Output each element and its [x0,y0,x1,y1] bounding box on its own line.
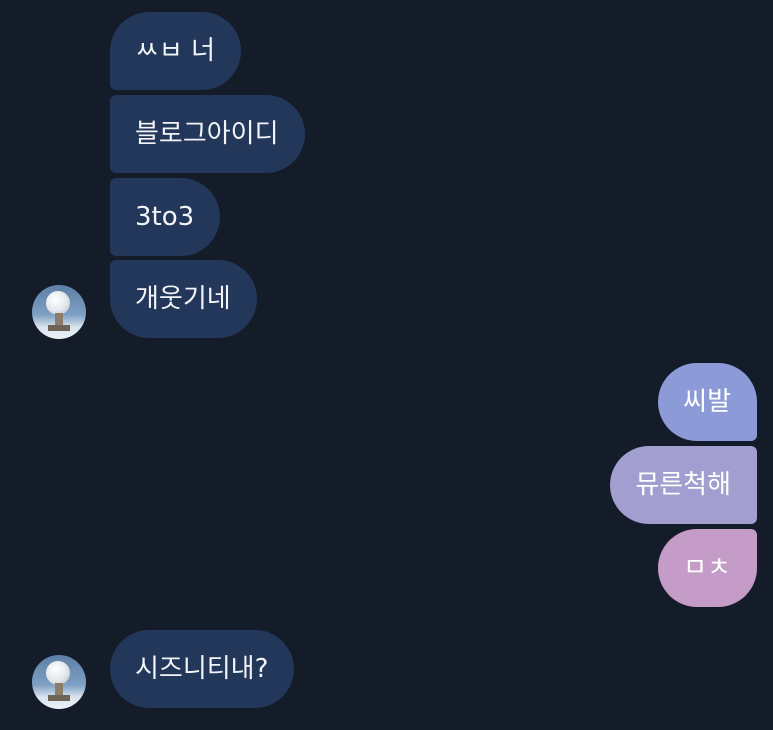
sender-avatar[interactable] [32,285,86,339]
outgoing-message-bubble[interactable]: ㅁㅊ [658,529,757,607]
incoming-message-bubble[interactable]: 블로그아이디 [110,95,305,173]
incoming-message-bubble[interactable]: 개웃기네 [110,260,257,338]
outgoing-message-bubble[interactable]: 뮤른척해 [610,446,757,524]
incoming-message-bubble[interactable]: 시즈니티내? [110,630,295,708]
sender-avatar[interactable] [32,655,86,709]
incoming-message-bubble[interactable]: 3to3 [110,178,221,256]
outgoing-message-bubble[interactable]: 씨발 [658,363,757,441]
incoming-message-bubble[interactable]: ㅆㅂ 너 [110,12,242,90]
